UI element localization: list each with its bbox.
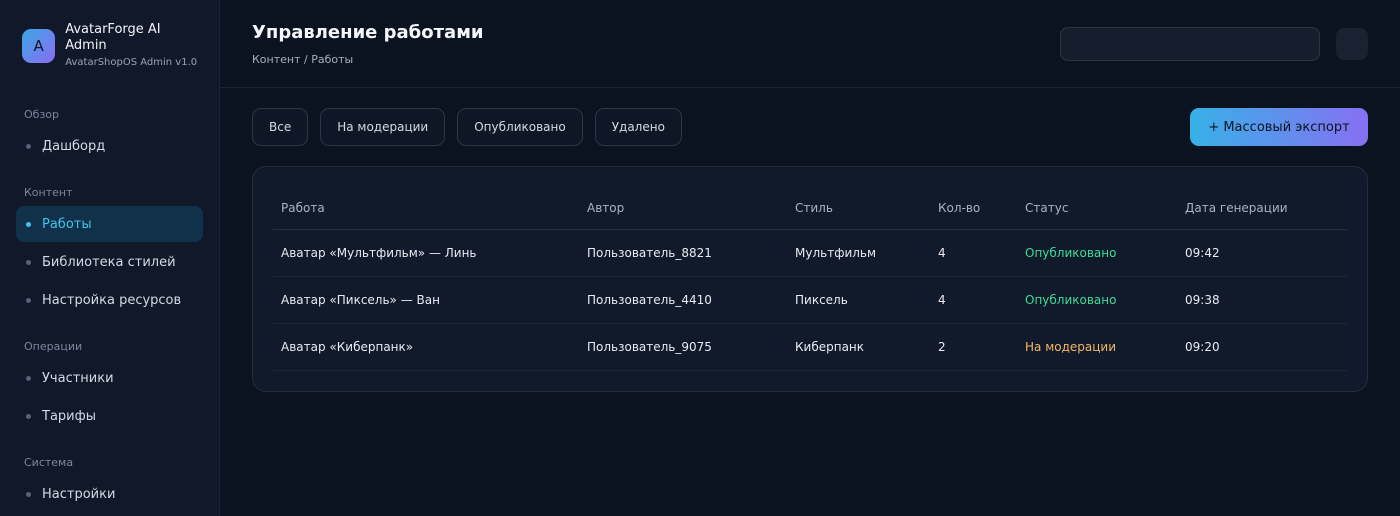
sidebar-item-label: Библиотека стилей	[42, 254, 176, 270]
column-header: Стиль	[787, 187, 930, 230]
table-row[interactable]: Аватар «Киберпанк» Пользователь_9075 Кибер…	[273, 323, 1347, 371]
brand-logo: A	[22, 29, 56, 63]
nav-section-label: Система	[24, 456, 74, 469]
sidebar-item-label: Настройка ресурсов	[42, 292, 182, 308]
filter-chip[interactable]: Опубликовано	[457, 108, 583, 146]
sidebar-nav: Обзор Дашборд Контент Работы Библиотека стил…	[16, 108, 203, 512]
style-cell: Пиксель	[787, 276, 930, 324]
sidebar-item-label: Дашборд	[42, 138, 106, 154]
style-cell: Мультфильм	[787, 229, 930, 277]
works-table: Работа Автор Стиль Кол-во Статус Дата генерац…	[273, 187, 1347, 371]
topbar: Управление работами Контент / Работы	[220, 0, 1400, 88]
sidebar-item[interactable]: Участники	[16, 360, 203, 396]
style-cell: Киберпанк	[787, 323, 930, 371]
work-cell: Аватар «Киберпанк»	[273, 323, 579, 371]
brand: A AvatarForge AI Admin AvatarShopOS Admi…	[16, 22, 203, 70]
sidebar-item[interactable]: Настройки	[16, 476, 203, 512]
bulk-export-button[interactable]: + Массовый экспорт	[1190, 108, 1368, 146]
brand-text: AvatarForge AI Admin AvatarShopOS Admin …	[65, 22, 203, 70]
work-cell: Аватар «Мультфильм» — Линь	[273, 229, 579, 277]
nav-bullet-icon	[26, 259, 31, 265]
column-header: Кол-во	[930, 187, 1017, 230]
nav-bullet-icon	[26, 375, 31, 381]
author-cell: Пользователь_4410	[579, 276, 787, 324]
date-cell: 09:42	[1177, 229, 1347, 277]
works-table-card: Работа Автор Стиль Кол-во Статус Дата генерац…	[252, 166, 1368, 392]
column-header: Дата генерации	[1177, 187, 1347, 230]
filter-chip[interactable]: Удалено	[594, 108, 682, 146]
author-cell: Пользователь_9075	[579, 323, 787, 371]
nav-bullet-icon	[26, 221, 31, 227]
brand-title: AvatarForge AI Admin	[65, 22, 161, 53]
count-cell: 4	[930, 229, 1017, 277]
count-cell: 2	[930, 323, 1017, 371]
table-header-row: Работа Автор Стиль Кол-во Статус Дата генерац…	[273, 187, 1347, 230]
nav-section-label: Операции	[24, 340, 83, 353]
nav-bullet-icon	[26, 491, 31, 497]
main-content: Управление работами Контент / Работы Все…	[220, 0, 1400, 516]
sidebar-item-label: Тарифы	[42, 408, 96, 424]
action-icon-button[interactable]	[1336, 28, 1368, 60]
sidebar-item[interactable]: Дашборд	[16, 128, 203, 164]
sidebar: A AvatarForge AI Admin AvatarShopOS Admi…	[0, 0, 220, 516]
nav-section-label: Обзор	[24, 108, 60, 121]
sidebar-item[interactable]: Работы	[16, 206, 203, 242]
sidebar-item-label: Участники	[42, 370, 114, 386]
table-row[interactable]: Аватар «Пиксель» — Ван Пользователь_4410 П…	[273, 276, 1347, 324]
sidebar-item[interactable]: Тарифы	[16, 398, 203, 434]
count-cell: 4	[930, 276, 1017, 324]
author-cell: Пользователь_8821	[579, 229, 787, 277]
filter-chip[interactable]: Все	[252, 108, 309, 146]
status-badge: На модерации	[1017, 323, 1177, 371]
filter-bar: Все На модерации Опубликовано Удалено + Масс…	[220, 88, 1400, 166]
date-cell: 09:20	[1177, 323, 1347, 371]
sidebar-item[interactable]: Библиотека стилей	[16, 244, 203, 280]
nav-bullet-icon	[26, 143, 31, 149]
search-input[interactable]	[1060, 27, 1320, 61]
table-row[interactable]: Аватар «Мультфильм» — Линь Пользователь_8…	[273, 229, 1347, 277]
sidebar-item-label: Работы	[42, 216, 92, 232]
status-badge: Опубликовано	[1017, 276, 1177, 324]
table-body: Аватар «Мультфильм» — Линь Пользователь_8…	[273, 229, 1347, 371]
column-header: Автор	[579, 187, 787, 230]
status-badge: Опубликовано	[1017, 229, 1177, 277]
nav-section-label: Контент	[24, 186, 73, 199]
brand-subtitle: AvatarShopOS Admin v1.0	[65, 57, 198, 68]
nav-bullet-icon	[26, 413, 31, 419]
work-cell: Аватар «Пиксель» — Ван	[273, 276, 579, 324]
nav-bullet-icon	[26, 297, 31, 303]
app-root: A AvatarForge AI Admin AvatarShopOS Admi…	[0, 0, 1400, 516]
date-cell: 09:38	[1177, 276, 1347, 324]
sidebar-item[interactable]: Настройка ресурсов	[16, 282, 203, 318]
column-header: Статус	[1017, 187, 1177, 230]
sidebar-item-label: Настройки	[42, 486, 116, 502]
column-header: Работа	[273, 187, 579, 230]
filter-chip[interactable]: На модерации	[320, 108, 446, 146]
